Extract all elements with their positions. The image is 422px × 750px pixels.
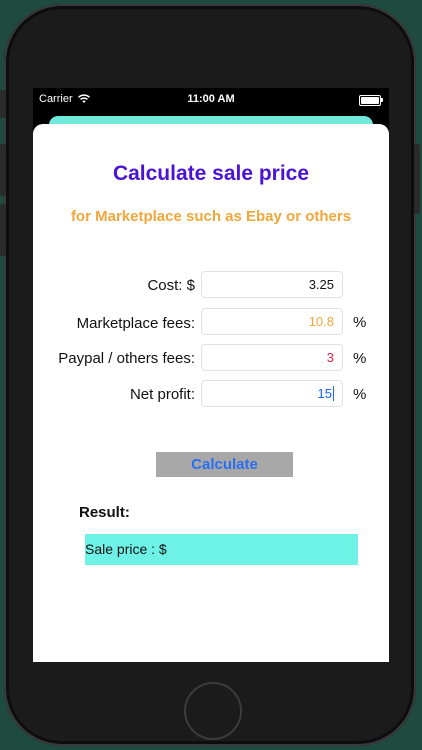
battery-icon bbox=[359, 95, 383, 106]
mute-switch bbox=[0, 90, 6, 118]
calculator-sheet: Calculate sale price for Marketplace suc… bbox=[33, 124, 389, 662]
cost-label: Cost: $ bbox=[147, 277, 195, 294]
paypal-fees-input[interactable]: 3 bbox=[201, 344, 343, 371]
page-subtitle: for Marketplace such as Ebay or others bbox=[70, 208, 352, 225]
net-profit-unit: % bbox=[353, 386, 367, 403]
page-title: Calculate sale price bbox=[112, 162, 310, 185]
cost-input[interactable]: 3.25 bbox=[201, 271, 343, 298]
marketplace-fees-label: Marketplace fees: bbox=[76, 315, 195, 332]
result-label: Result: bbox=[79, 504, 130, 521]
net-profit-label: Net profit: bbox=[129, 386, 195, 403]
marketplace-fees-input[interactable]: 10.8 bbox=[201, 308, 343, 335]
volume-down-button bbox=[0, 204, 6, 256]
power-button bbox=[414, 144, 420, 214]
screen: Carrier 11:00 AM Calculate sale price fo… bbox=[33, 88, 389, 662]
status-time: 11:00 AM bbox=[187, 93, 235, 105]
paypal-fees-unit: % bbox=[353, 350, 367, 367]
status-bar: Carrier 11:00 AM bbox=[33, 88, 389, 110]
volume-up-button bbox=[0, 144, 6, 196]
result-output: Sale price : $ bbox=[85, 534, 358, 565]
net-profit-value: 15 bbox=[317, 386, 332, 401]
paypal-fees-label: Paypal / others fees: bbox=[58, 350, 195, 367]
marketplace-fees-unit: % bbox=[353, 314, 367, 331]
home-button[interactable] bbox=[184, 682, 242, 740]
calculate-button[interactable]: Calculate bbox=[156, 452, 293, 477]
text-cursor bbox=[333, 386, 334, 401]
net-profit-input[interactable]: 15 bbox=[201, 380, 343, 407]
